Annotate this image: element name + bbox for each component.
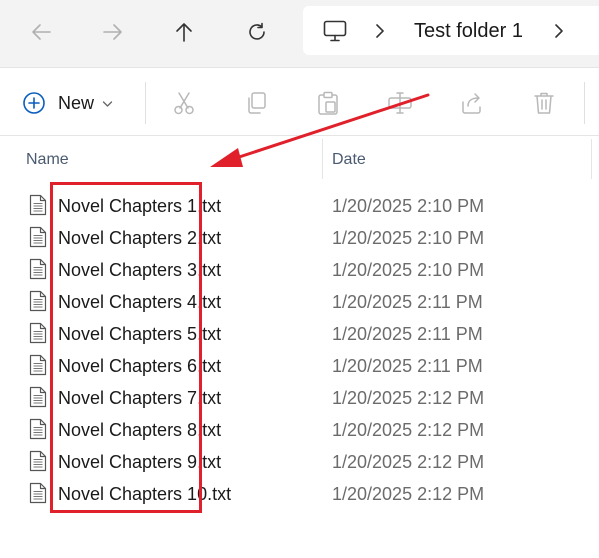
file-date: 1/20/2025 2:11 PM <box>332 356 483 376</box>
text-file-icon <box>29 450 47 477</box>
arrow-right-icon <box>103 24 122 40</box>
toolbar-divider <box>145 82 146 124</box>
share-icon[interactable] <box>459 90 485 116</box>
text-file-icon <box>29 290 47 317</box>
text-file-icon <box>29 418 47 445</box>
arrow-up-icon <box>176 23 192 42</box>
navigation-bar: Test folder 1 <box>0 0 599 67</box>
file-date: 1/20/2025 2:10 PM <box>332 228 485 248</box>
address-bar[interactable]: Test folder 1 <box>303 6 599 55</box>
text-file-icon <box>29 258 47 285</box>
text-file-icon <box>29 226 47 253</box>
column-header: Name Date <box>0 137 599 180</box>
chevron-down-icon <box>102 101 113 107</box>
file-date: 1/20/2025 2:10 PM <box>332 196 485 216</box>
file-date: 1/20/2025 2:12 PM <box>332 484 485 504</box>
file-date: 1/20/2025 2:12 PM <box>332 388 485 408</box>
paste-icon[interactable] <box>315 90 341 116</box>
chevron-right-icon[interactable] <box>374 23 386 39</box>
arrow-left-icon <box>32 24 51 40</box>
file-date: 1/20/2025 2:11 PM <box>332 292 483 312</box>
text-file-icon <box>29 194 47 221</box>
refresh-button[interactable] <box>237 12 277 52</box>
file-date: 1/20/2025 2:11 PM <box>332 324 483 344</box>
breadcrumb-folder[interactable]: Test folder 1 <box>414 20 523 43</box>
annotation-highlight-box <box>50 182 202 513</box>
column-date-header[interactable]: Date <box>332 151 366 169</box>
text-file-icon <box>29 322 47 349</box>
column-name-header[interactable]: Name <box>26 151 69 169</box>
column-divider[interactable] <box>591 139 592 179</box>
rename-icon[interactable] <box>387 90 413 116</box>
cut-icon[interactable] <box>171 90 197 116</box>
up-button[interactable] <box>164 12 204 52</box>
text-file-icon <box>29 354 47 381</box>
delete-icon[interactable] <box>531 90 557 116</box>
new-button-label: New <box>58 92 95 113</box>
chevron-right-icon[interactable] <box>553 23 565 39</box>
toolbar-divider <box>584 82 585 124</box>
back-button[interactable] <box>21 12 61 52</box>
text-file-icon <box>29 482 47 509</box>
command-bar: New <box>0 67 599 136</box>
file-date: 1/20/2025 2:12 PM <box>332 420 485 440</box>
new-button[interactable]: New <box>22 88 113 118</box>
file-date: 1/20/2025 2:10 PM <box>332 260 485 280</box>
text-file-icon <box>29 386 47 413</box>
file-date: 1/20/2025 2:12 PM <box>332 452 485 472</box>
column-divider[interactable] <box>322 139 323 179</box>
this-pc-icon[interactable] <box>323 20 347 42</box>
forward-button[interactable] <box>93 12 133 52</box>
copy-icon[interactable] <box>243 90 269 116</box>
plus-circle-icon <box>23 92 45 114</box>
refresh-icon <box>249 22 265 40</box>
